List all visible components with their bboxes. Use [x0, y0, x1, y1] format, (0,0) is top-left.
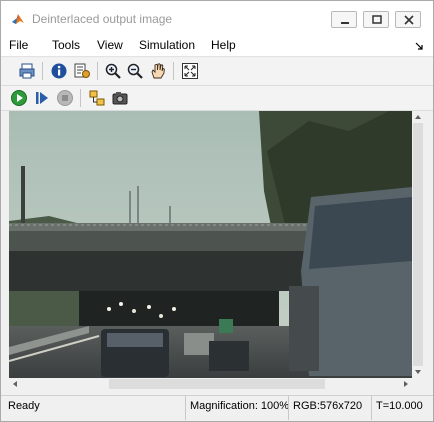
fit-to-view-button[interactable] — [180, 61, 200, 81]
stop-icon — [57, 90, 73, 106]
run-icon — [11, 90, 27, 106]
step-forward-icon — [36, 92, 48, 104]
zoom-in-icon — [105, 63, 121, 79]
video-viewer-window: Deinterlaced output image File Tools Vie… — [0, 0, 434, 422]
scroll-down-icon[interactable] — [413, 367, 423, 377]
video-frame-display[interactable] — [9, 111, 412, 378]
stop-button[interactable] — [55, 88, 75, 108]
highlight-block-button[interactable] — [87, 88, 107, 108]
pan-button[interactable] — [148, 61, 168, 81]
vertical-scrollbar[interactable] — [412, 111, 424, 378]
matlab-app-icon — [11, 11, 25, 25]
highlight-block-icon — [89, 90, 105, 106]
maximize-icon — [372, 15, 382, 24]
step-forward-button[interactable] — [32, 88, 52, 108]
highway-scene-image — [9, 111, 412, 378]
status-state: Ready — [8, 400, 40, 412]
horizontal-scrollbar[interactable] — [9, 378, 412, 390]
status-bar: Ready Magnification: 100% RGB:576x720 T=… — [1, 395, 433, 421]
zoom-out-icon — [127, 63, 143, 79]
scroll-left-icon[interactable] — [10, 379, 20, 389]
info-icon — [51, 63, 67, 79]
properties-button[interactable] — [72, 61, 92, 81]
menu-file[interactable]: File — [9, 38, 28, 52]
menu-bar: File Tools View Simulation Help — [1, 34, 433, 57]
menu-simulation[interactable]: Simulation — [139, 38, 195, 52]
minimize-icon — [341, 22, 349, 24]
window-title: Deinterlaced output image — [32, 12, 173, 26]
toolbar-separator — [80, 89, 81, 107]
maximize-button[interactable] — [363, 11, 389, 28]
menu-tools[interactable]: Tools — [52, 38, 80, 52]
toolbar-separator — [97, 62, 98, 80]
main-toolbar — [1, 58, 433, 86]
fit-to-view-icon — [182, 63, 198, 79]
toolbar-separator — [173, 62, 174, 80]
menu-view[interactable]: View — [97, 38, 123, 52]
toolbar-separator — [42, 62, 43, 80]
horizontal-scroll-thumb[interactable] — [109, 379, 325, 389]
status-image-info: RGB:576x720 — [288, 396, 370, 420]
close-icon — [404, 15, 414, 25]
title-bar[interactable]: Deinterlaced output image — [1, 1, 433, 34]
scroll-right-icon[interactable] — [401, 379, 411, 389]
zoom-out-button[interactable] — [125, 61, 145, 81]
snapshot-button[interactable] — [110, 88, 130, 108]
close-button[interactable] — [395, 11, 421, 28]
simulation-toolbar — [1, 86, 433, 111]
status-time: T=10.000 — [371, 396, 431, 420]
print-button[interactable] — [17, 61, 37, 81]
scroll-corner — [412, 378, 424, 390]
dock-arrow-icon[interactable] — [415, 39, 423, 53]
snapshot-camera-icon — [112, 92, 128, 105]
print-icon — [19, 63, 35, 79]
status-magnification: Magnification: 100% — [185, 396, 289, 420]
run-button[interactable] — [9, 88, 29, 108]
menu-help[interactable]: Help — [211, 38, 236, 52]
properties-icon — [74, 63, 90, 78]
info-button[interactable] — [49, 61, 69, 81]
zoom-in-button[interactable] — [103, 61, 123, 81]
vertical-scroll-thumb[interactable] — [413, 123, 423, 366]
pan-hand-icon — [151, 63, 165, 79]
scroll-up-icon[interactable] — [413, 112, 423, 122]
minimize-button[interactable] — [331, 11, 357, 28]
